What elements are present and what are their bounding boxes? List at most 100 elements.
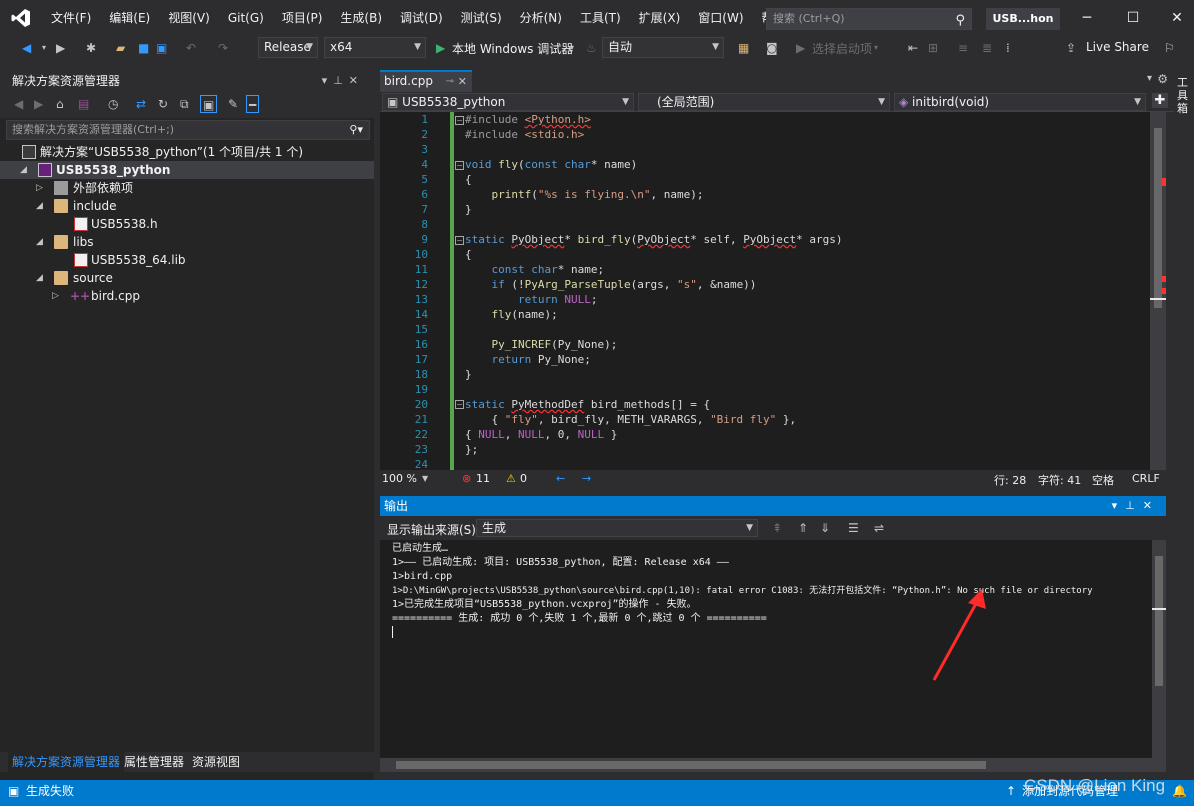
debugger-button[interactable]: 本地 Windows 调试器	[452, 40, 573, 57]
output-horizontal-scrollbar[interactable]	[380, 758, 1166, 772]
preview-icon[interactable]: ━	[246, 95, 260, 113]
screenshot-icon[interactable]: ◙	[766, 39, 778, 57]
close-window-icon[interactable]: ✕	[1162, 6, 1192, 30]
word-wrap-icon[interactable]: ⇌	[874, 519, 884, 537]
expanded-icon[interactable]: ◢	[36, 269, 43, 287]
menu-analyze[interactable]: 分析(N)	[511, 0, 571, 36]
warning-icon[interactable]: ⚠	[506, 472, 516, 485]
startup-dropdown-icon[interactable]: ▾	[874, 39, 878, 57]
solution-search-input[interactable]: 搜索解决方案资源管理器(Ctrl+;) ⚲▾	[6, 120, 370, 140]
next-message-icon[interactable]: ⇓	[820, 519, 830, 537]
redo-icon[interactable]: ↷	[218, 39, 228, 57]
back-icon[interactable]: ◀	[22, 39, 31, 57]
platform-select[interactable]: x64 ▼	[324, 37, 426, 58]
editor-vertical-scrollbar[interactable]	[1150, 112, 1166, 470]
forward-icon[interactable]: ▶	[34, 95, 43, 113]
error-icon[interactable]: ⊗	[462, 472, 471, 485]
notifications-icon[interactable]: 🔔	[1172, 780, 1187, 802]
collapsed-icon[interactable]: ▷	[52, 287, 59, 305]
uncomment-icon[interactable]: ≣	[982, 39, 992, 57]
collapsed-icon[interactable]: ▷	[36, 179, 43, 197]
expanded-icon[interactable]: ◢	[36, 197, 43, 215]
code-editor[interactable]: − − − − 1 #include <Python.h> 2 #include <…	[380, 112, 1150, 470]
tab-solution-explorer[interactable]: 解决方案资源管理器	[8, 752, 125, 772]
member-nav-select[interactable]: ◈ initbird(void) ▼	[894, 93, 1146, 111]
show-all-files-icon[interactable]: ▣	[200, 95, 218, 113]
toolbar-overflow-icon[interactable]: ⁞	[1006, 39, 1010, 57]
new-item-icon[interactable]: ✱	[86, 39, 96, 57]
prev-message-icon[interactable]: ⇑	[798, 519, 808, 537]
whitespace-mode[interactable]: 空格	[1092, 472, 1114, 488]
menu-build[interactable]: 生成(B)	[331, 0, 391, 36]
refresh-icon[interactable]: ↻	[158, 95, 168, 113]
source-control-icon[interactable]: ↑	[1006, 780, 1016, 802]
run-startup-icon[interactable]: ▶	[796, 39, 805, 57]
hot-reload-icon[interactable]: ♨	[586, 39, 597, 57]
configuration-select[interactable]: Release ▼	[258, 37, 318, 58]
tab-property-manager[interactable]: 属性管理器	[120, 752, 188, 772]
back-icon[interactable]: ◀	[14, 95, 23, 113]
line-ending[interactable]: CRLF	[1132, 472, 1160, 485]
tree-item-solution[interactable]: 解决方案“USB5538_python”(1 个项目/共 1 个)	[0, 143, 374, 161]
output-source-select[interactable]: 生成 ▼	[476, 519, 758, 537]
expanded-icon[interactable]: ◢	[20, 161, 27, 179]
project-nav-select[interactable]: ▣ USB5538_python ▼	[382, 93, 634, 111]
solution-config-select[interactable]: 自动 ▼	[602, 37, 724, 58]
panel-menu-icon[interactable]: ▾	[1112, 499, 1126, 512]
zoom-level[interactable]: 100 %	[382, 472, 417, 485]
tree-item-include[interactable]: ◢ include	[0, 197, 374, 215]
properties-icon[interactable]: ✎	[228, 95, 238, 113]
menu-test[interactable]: 测试(S)	[452, 0, 511, 36]
menu-project[interactable]: 项目(P)	[273, 0, 332, 36]
tab-resource-view[interactable]: 资源视图	[188, 752, 244, 772]
error-count[interactable]: 11	[476, 472, 490, 485]
tree-item-source[interactable]: ◢ source	[0, 269, 374, 287]
browse-folder-icon[interactable]: ▦	[738, 39, 749, 57]
pin-icon[interactable]: ⊸	[446, 72, 454, 91]
split-editor-icon[interactable]: ✚	[1152, 93, 1168, 108]
scope-nav-select[interactable]: (全局范围) ▼	[638, 93, 890, 111]
solution-name-badge[interactable]: USB...hon	[986, 8, 1060, 30]
save-all-icon[interactable]: ▣	[156, 39, 167, 57]
maximize-icon[interactable]: ☐	[1118, 6, 1148, 30]
prev-issue-icon[interactable]: ←	[556, 472, 565, 485]
menu-window[interactable]: 窗口(W)	[689, 0, 752, 36]
feedback-icon[interactable]: ⚐	[1164, 39, 1175, 57]
next-issue-icon[interactable]: →	[582, 472, 591, 485]
tree-item-bird-cpp[interactable]: ▷ ++ bird.cpp	[0, 287, 374, 305]
menu-file[interactable]: 文件(F)	[42, 0, 100, 36]
tree-item-usb5538-h[interactable]: USB5538.h	[0, 215, 374, 233]
scroll-thumb[interactable]	[1155, 556, 1163, 686]
expanded-icon[interactable]: ◢	[36, 233, 43, 251]
menu-tools[interactable]: 工具(T)	[571, 0, 630, 36]
settings-gear-icon[interactable]: ⚙	[1157, 72, 1168, 86]
close-panel-icon[interactable]: ✕	[349, 74, 364, 87]
menu-extensions[interactable]: 扩展(X)	[630, 0, 690, 36]
live-share-button[interactable]: Live Share	[1086, 40, 1149, 54]
tree-item-project[interactable]: ◢ USB5538_python	[0, 161, 374, 179]
output-text-area[interactable]: 已启动生成… 1>—— 已启动生成: 项目: USB5538_python, 配…	[380, 540, 1152, 758]
home-icon[interactable]: ⌂	[56, 95, 64, 113]
output-vertical-scrollbar[interactable]	[1152, 540, 1166, 758]
tree-item-usb5538-lib[interactable]: USB5538_64.lib	[0, 251, 374, 269]
close-tab-icon[interactable]: ✕	[458, 72, 467, 91]
menu-debug[interactable]: 调试(D)	[391, 0, 452, 36]
clear-all-icon[interactable]: ☰	[848, 519, 859, 537]
debugger-dropdown-icon[interactable]: ▾	[570, 39, 574, 57]
menu-edit[interactable]: 编辑(E)	[100, 0, 159, 36]
live-share-icon[interactable]: ⇪	[1066, 39, 1076, 57]
breakpoints-icon[interactable]: ⊞	[928, 39, 938, 57]
back-dropdown-icon[interactable]: ▾	[42, 39, 46, 57]
comment-icon[interactable]: ≡	[958, 39, 968, 57]
warning-count[interactable]: 0	[520, 472, 527, 485]
pending-changes-icon[interactable]: ◷	[108, 95, 118, 113]
find-message-icon[interactable]: ⇞	[772, 519, 782, 537]
menu-view[interactable]: 视图(V)	[159, 0, 219, 36]
close-panel-icon[interactable]: ✕	[1143, 499, 1160, 512]
scroll-thumb[interactable]	[1154, 128, 1162, 308]
switch-view-icon[interactable]: ▤	[78, 95, 89, 113]
sync-icon[interactable]: ⇄	[136, 95, 146, 113]
global-search-input[interactable]: 搜索 (Ctrl+Q) ⚲	[766, 8, 972, 30]
scroll-thumb[interactable]	[396, 761, 986, 769]
toolbox-tab[interactable]: 工具箱	[1177, 76, 1191, 115]
